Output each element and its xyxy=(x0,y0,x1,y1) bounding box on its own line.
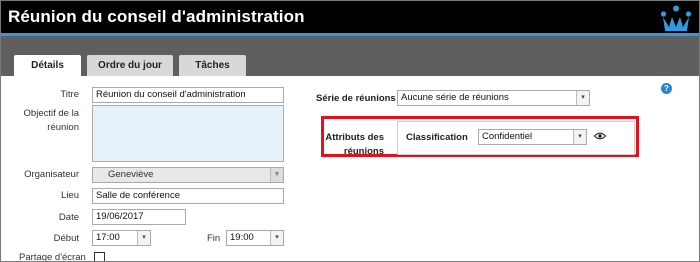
chevron-down-icon: ▾ xyxy=(573,130,586,144)
classification-value: Confidentiel xyxy=(482,131,533,142)
eye-icon[interactable] xyxy=(594,132,606,140)
attributs-label-line1: Attributs des xyxy=(325,132,384,143)
page-title: Réunion du conseil d'administration xyxy=(8,7,305,26)
organisateur-value: Geneviève xyxy=(108,169,154,180)
lieu-label: Lieu xyxy=(61,190,79,201)
chevron-down-icon: ▼ xyxy=(270,168,283,182)
attributs-label-line2: réunions xyxy=(343,146,384,157)
fin-select[interactable]: 19:00 ▾ xyxy=(226,230,284,246)
partage-checkbox[interactable] xyxy=(94,252,105,261)
fin-label: Fin xyxy=(207,233,221,244)
debut-label: Début xyxy=(53,233,79,244)
tab-ordre-du-jour[interactable]: Ordre du jour xyxy=(87,55,173,76)
chevron-down-icon: ▾ xyxy=(137,231,150,245)
date-label: Date xyxy=(58,212,79,223)
tab-taches[interactable]: Tâches xyxy=(179,55,246,76)
objectif-label-line2: réunion xyxy=(47,122,79,133)
serie-select[interactable]: Aucune série de réunions ▾ xyxy=(397,90,590,106)
serie-value: Aucune série de réunions xyxy=(401,92,509,103)
titre-input[interactable]: Réunion du conseil d'administration xyxy=(92,87,284,103)
help-icon[interactable]: ? xyxy=(661,83,672,94)
objectif-label-line1: Objectif de la xyxy=(23,108,79,119)
objectif-textarea[interactable] xyxy=(92,105,284,162)
title-bar: Réunion du conseil d'administration xyxy=(1,1,699,34)
chevron-down-icon: ▾ xyxy=(576,91,589,105)
tab-bar: Détails Ordre du jour Tâches xyxy=(1,36,699,77)
titre-label: Titre xyxy=(60,89,79,100)
organisateur-label: Organisateur xyxy=(24,169,79,180)
serie-label: Série de réunions xyxy=(316,93,396,104)
app-window: Réunion du conseil d'administration Déta… xyxy=(0,0,700,262)
organisateur-select[interactable]: Geneviève ▼ xyxy=(92,167,284,183)
chevron-down-icon: ▾ xyxy=(270,231,283,245)
debut-value: 17:00 xyxy=(96,232,120,243)
lieu-input[interactable]: Salle de conférence xyxy=(92,188,284,204)
fin-value: 19:00 xyxy=(230,232,254,243)
crown-logo-icon xyxy=(660,5,692,31)
classification-label: Classification xyxy=(406,132,468,143)
partage-label: Partage d'écran xyxy=(19,252,86,262)
debut-select[interactable]: 17:00 ▾ xyxy=(92,230,151,246)
date-input[interactable]: 19/06/2017 xyxy=(92,209,186,225)
tab-details[interactable]: Détails xyxy=(14,55,81,77)
classification-select[interactable]: Confidentiel ▾ xyxy=(478,129,587,145)
